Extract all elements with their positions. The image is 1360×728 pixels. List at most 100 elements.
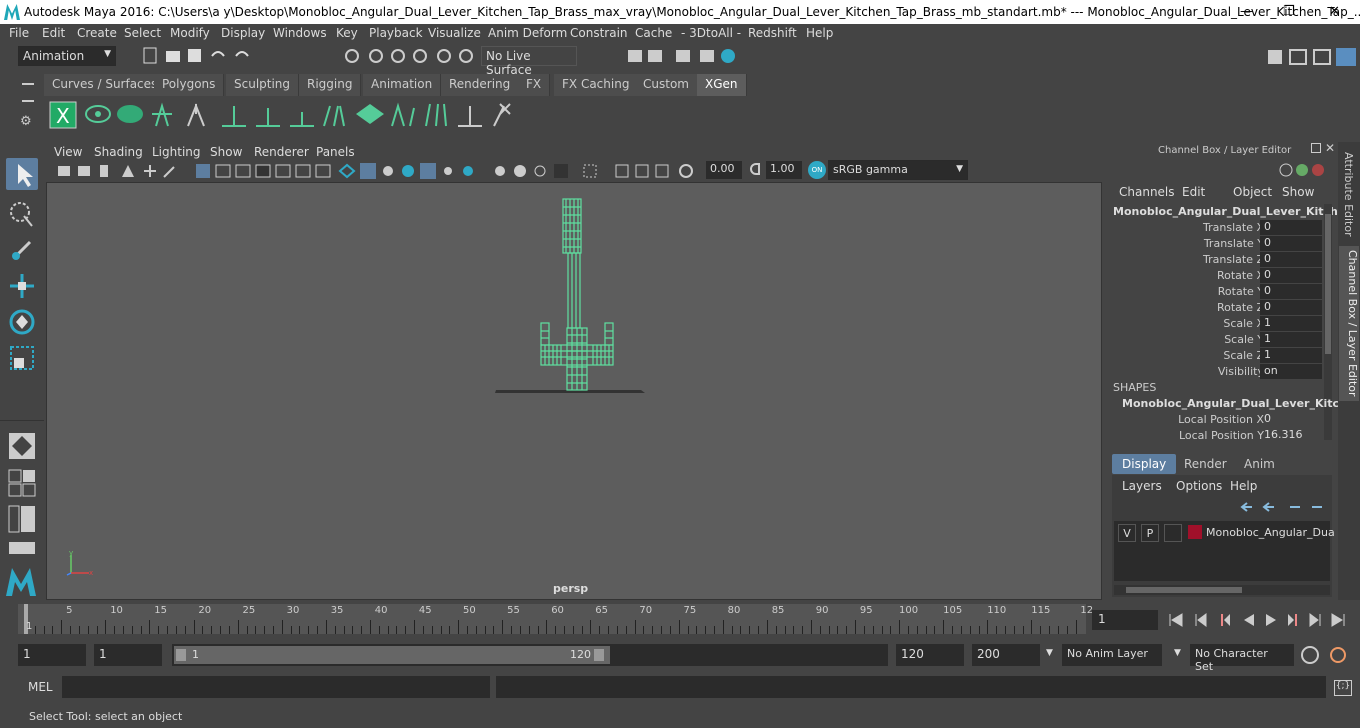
layer-color-swatch[interactable] — [1188, 525, 1202, 539]
attr-value[interactable]: 0 — [1260, 220, 1322, 235]
shelf-tab-polygons[interactable]: Polygons — [154, 74, 225, 96]
menu-anim-deform[interactable]: Anim Deform — [488, 26, 567, 40]
move-tool-icon[interactable] — [6, 270, 38, 302]
lasso-tool-icon[interactable] — [6, 198, 38, 230]
viewport-menu-view[interactable]: View — [54, 145, 82, 159]
shelf-tab-animation[interactable]: Animation — [363, 74, 442, 96]
attr-rotate-z[interactable]: Rotate Z0 — [1108, 300, 1324, 316]
outliner-layout-icon[interactable] — [6, 504, 38, 536]
cb-menu-object[interactable]: Object — [1233, 185, 1272, 199]
perspective-viewport[interactable]: y x persp — [46, 182, 1102, 600]
attr-translate-x[interactable]: Translate X0 — [1108, 220, 1324, 236]
menu-playback[interactable]: Playback — [369, 26, 423, 40]
attr-value[interactable]: 16.316 — [1260, 428, 1322, 443]
shelf-menu-icon[interactable] — [22, 83, 34, 85]
viewport-toolbar-icons[interactable] — [54, 162, 694, 180]
live-surface-field[interactable]: No Live Surface — [481, 46, 577, 77]
attr-local-position-y[interactable]: Local Position Y 16.316 — [1108, 428, 1324, 444]
layer-action-icons[interactable] — [1238, 497, 1332, 513]
layer-playback-toggle[interactable]: P — [1141, 524, 1159, 542]
scene-end-field[interactable]: 200 — [972, 644, 1040, 666]
layer-tab-display[interactable]: Display — [1112, 454, 1177, 474]
menu-visualize[interactable]: Visualize — [428, 26, 481, 40]
colorspace-dropdown[interactable]: sRGB gamma ▼ — [828, 160, 968, 180]
cb-menu-channels[interactable]: Channels — [1119, 185, 1175, 199]
range-slider-handle[interactable]: 1 120 — [174, 646, 610, 664]
menu-3dtoall[interactable]: - 3DtoAll - — [681, 26, 741, 40]
attr-value[interactable]: on — [1260, 364, 1322, 379]
menu-display[interactable]: Display — [221, 26, 265, 40]
menu-windows[interactable]: Windows — [273, 26, 327, 40]
attr-value[interactable]: 0 — [1260, 300, 1322, 315]
workspace-icons[interactable] — [1264, 46, 1358, 66]
maximize-button[interactable]: ❐ — [1283, 4, 1295, 19]
anim-layer-dropdown[interactable]: No Anim Layer — [1062, 644, 1162, 666]
playback-start-field[interactable]: 1 — [94, 644, 162, 666]
menu-modify[interactable]: Modify — [170, 26, 210, 40]
menu-help[interactable]: Help — [806, 26, 833, 40]
color-management-toggle-icon[interactable]: ON — [808, 161, 826, 179]
layer-tab-anim[interactable]: Anim — [1234, 454, 1285, 474]
timeline-track[interactable]: 1 5 10 15 20 25 30 35 40 45 50 55 60 65 70 75 80 85 90 95 1… — [18, 604, 1093, 634]
attr-rotate-y[interactable]: Rotate Y0 — [1108, 284, 1324, 300]
panel-layout-icon[interactable] — [6, 540, 38, 556]
layer-tab-render[interactable]: Render — [1174, 454, 1237, 474]
shape-name[interactable]: Monobloc_Angular_Dual_Lever_Kitc... — [1122, 397, 1352, 410]
shelf-tab-xgen[interactable]: XGen — [697, 74, 747, 96]
shelf-tab-curves[interactable]: Curves / Surfaces — [44, 74, 167, 96]
paint-select-icon[interactable] — [6, 234, 38, 266]
layer-visibility-toggle[interactable]: V — [1118, 524, 1136, 542]
current-frame-field[interactable]: 1 — [1092, 610, 1158, 630]
gear-icon[interactable]: ⚙ — [20, 114, 32, 129]
range-end-grip[interactable] — [594, 649, 604, 661]
playback-end-field[interactable]: 120 — [896, 644, 964, 666]
shelf-tab-rendering[interactable]: Rendering — [441, 74, 520, 96]
scene-canvas[interactable] — [47, 183, 1101, 599]
chevron-down-icon[interactable]: ▼ — [1046, 648, 1053, 658]
attr-value[interactable]: 0 — [1260, 268, 1322, 283]
viewport-menu-panels[interactable]: Panels — [316, 145, 355, 159]
attr-scale-z[interactable]: Scale Z1 — [1108, 348, 1324, 364]
shelf-tab-fx[interactable]: FX — [518, 74, 551, 96]
playback-controls[interactable] — [1166, 610, 1356, 630]
select-tool-button[interactable] — [6, 158, 38, 190]
float-panel-icon[interactable] — [1311, 143, 1321, 153]
script-editor-icon[interactable]: {;} — [1334, 680, 1352, 696]
layer-display-type-toggle[interactable] — [1164, 524, 1182, 542]
layer-menu-layers[interactable]: Layers — [1122, 479, 1162, 493]
attr-visibility[interactable]: Visibility on — [1108, 364, 1324, 380]
character-set-dropdown[interactable]: No Character Set — [1190, 644, 1294, 673]
attr-value[interactable]: 0 — [1260, 252, 1322, 267]
prefs-icons[interactable] — [1300, 644, 1356, 666]
shelf-tab-custom[interactable]: Custom — [635, 74, 698, 96]
layer-menu-help[interactable]: Help — [1230, 479, 1257, 493]
mel-input[interactable] — [62, 676, 490, 698]
menu-create[interactable]: Create — [77, 26, 117, 40]
attr-translate-y[interactable]: Translate Y0 — [1108, 236, 1324, 252]
minimize-button[interactable]: — — [1240, 4, 1253, 19]
xgen-shelf-icons[interactable]: X — [44, 96, 524, 138]
attr-value[interactable]: 1 — [1260, 316, 1322, 331]
channel-box-icons[interactable] — [1278, 160, 1328, 180]
exposure-field[interactable]: 0.00 — [706, 161, 742, 179]
shelf-tab-sculpting[interactable]: Sculpting — [226, 74, 300, 96]
gamma-field[interactable]: 1.00 — [766, 161, 802, 179]
layer-menu-options[interactable]: Options — [1176, 479, 1222, 493]
render-icons[interactable] — [624, 46, 744, 66]
cb-menu-edit[interactable]: Edit — [1182, 185, 1205, 199]
attr-scale-x[interactable]: Scale X1 — [1108, 316, 1324, 332]
menu-select[interactable]: Select — [124, 26, 161, 40]
shelf-collapse-icon[interactable] — [22, 100, 34, 102]
range-start-grip[interactable] — [176, 649, 186, 661]
menu-redshift[interactable]: Redshift — [748, 26, 797, 40]
mel-label[interactable]: MEL — [28, 680, 53, 694]
four-view-layout-icon[interactable] — [6, 468, 38, 500]
scene-start-field[interactable]: 1 — [18, 644, 86, 666]
layer-name[interactable]: Monobloc_Angular_Dua — [1206, 526, 1335, 539]
layer-row[interactable]: V P Monobloc_Angular_Dua — [1114, 523, 1335, 543]
tab-attribute-editor[interactable]: Attribute Editor — [1342, 152, 1355, 237]
attr-translate-z[interactable]: Translate Z0 — [1108, 252, 1324, 268]
attr-rotate-x[interactable]: Rotate X0 — [1108, 268, 1324, 284]
shelf-tab-rigging[interactable]: Rigging — [299, 74, 362, 96]
menu-file[interactable]: File — [9, 26, 29, 40]
